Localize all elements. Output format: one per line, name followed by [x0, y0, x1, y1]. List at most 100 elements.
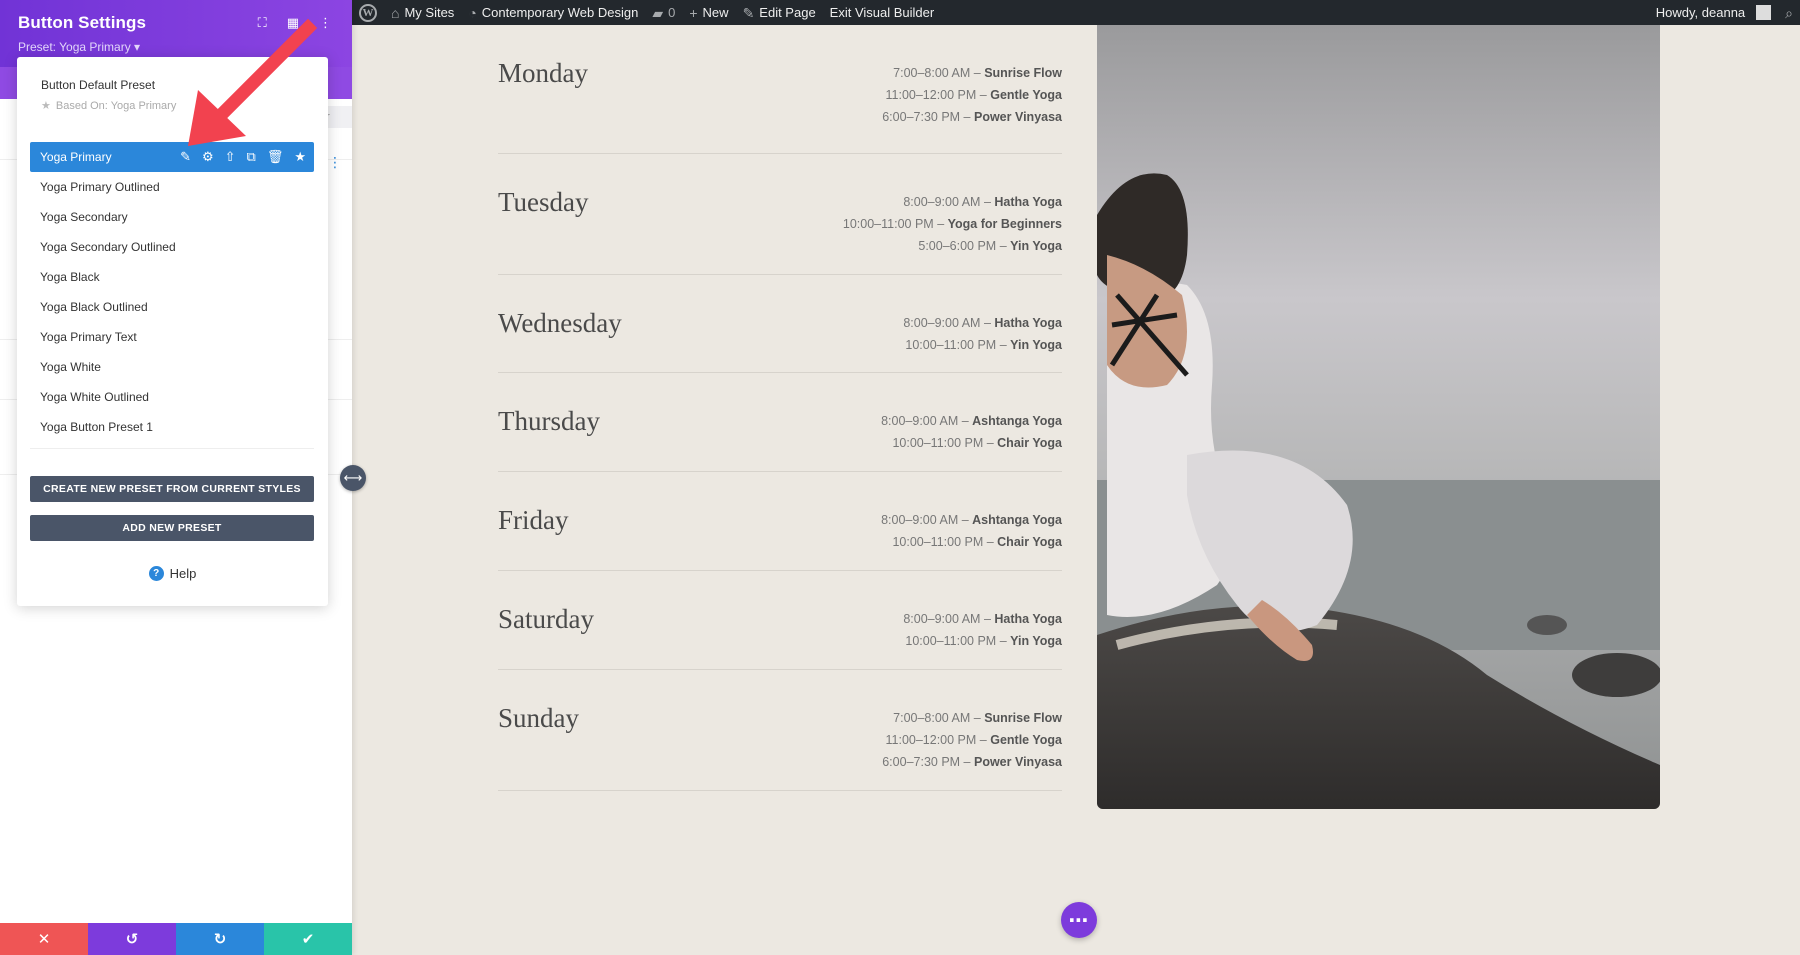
search-icon: ⌕ — [1785, 6, 1793, 20]
comments-count: 0 — [668, 5, 675, 20]
check-icon: ✔ — [302, 930, 315, 948]
discard-button[interactable]: ✕ — [0, 923, 88, 955]
preset-item[interactable]: Yoga White — [30, 352, 314, 382]
preset-label: Yoga White Outlined — [40, 390, 149, 404]
create-preset-button[interactable]: CREATE NEW PRESET FROM CURRENT STYLES — [30, 476, 314, 502]
preset-label: Yoga White — [40, 360, 101, 374]
class-time: 5:00–6:00 PM — [918, 239, 996, 253]
class-schedule: Monday 7:00–8:00 AM – Sunrise Flow 11:00… — [498, 25, 1062, 791]
class-entry: 6:00–7:30 PM – Power Vinyasa — [882, 751, 1062, 773]
add-preset-button[interactable]: ADD NEW PRESET — [30, 515, 314, 541]
class-entry: 11:00–12:00 PM – Gentle Yoga — [882, 729, 1062, 751]
edit-page-link[interactable]: ✎ Edit Page — [736, 0, 823, 25]
exit-builder-label: Exit Visual Builder — [830, 5, 935, 20]
class-name: Gentle Yoga — [990, 733, 1062, 747]
dashboard-icon: ◔ — [468, 6, 476, 20]
class-time: 7:00–8:00 AM — [893, 711, 970, 725]
class-time: 8:00–9:00 AM — [881, 513, 958, 527]
help-link[interactable]: ? Help — [17, 566, 328, 581]
gear-icon[interactable]: ⚙ — [202, 149, 214, 165]
schedule-row: Tuesday 8:00–9:00 AM – Hatha Yoga 10:00–… — [498, 154, 1062, 275]
my-sites-menu[interactable]: ⌂ My Sites — [384, 0, 461, 25]
preset-label: Yoga Primary — [40, 150, 112, 164]
new-label: New — [703, 5, 729, 20]
class-time: 8:00–9:00 AM — [903, 195, 980, 209]
preset-item[interactable]: Yoga Button Preset 1 — [30, 412, 314, 442]
undo-button[interactable]: ↺ — [88, 923, 176, 955]
preset-item[interactable]: Yoga Black Outlined — [30, 292, 314, 322]
class-time: 7:00–8:00 AM — [893, 66, 970, 80]
preset-item[interactable]: Yoga Primary Outlined — [30, 172, 314, 202]
class-time: 10:00–11:00 PM — [905, 338, 996, 352]
export-icon[interactable]: ⇧ — [225, 149, 236, 165]
duplicate-icon[interactable]: ⧉ — [247, 149, 256, 165]
edit-icon[interactable]: ✎ — [180, 149, 191, 165]
greeting-label: Howdy, deanna — [1656, 5, 1745, 20]
class-entry: 8:00–9:00 AM – Hatha Yoga — [843, 191, 1062, 213]
pencil-icon: ✎ — [743, 6, 755, 20]
undo-icon: ↺ — [126, 930, 139, 948]
avatar — [1756, 5, 1771, 20]
star-icon[interactable]: ★ — [294, 149, 306, 165]
class-name: Hatha Yoga — [994, 316, 1062, 330]
class-entry: 8:00–9:00 AM – Hatha Yoga — [903, 312, 1062, 334]
day-name: Saturday — [498, 604, 594, 635]
based-on-label: Based On: Yoga Primary — [56, 100, 176, 112]
my-sites-label: My Sites — [404, 5, 454, 20]
class-entry: 7:00–8:00 AM – Sunrise Flow — [882, 62, 1062, 84]
preset-label: Yoga Black — [40, 270, 100, 284]
class-time: 10:00–11:00 PM — [892, 535, 983, 549]
class-time: 11:00–12:00 PM — [886, 88, 977, 102]
comment-icon: ▰ — [652, 6, 663, 20]
panel-resize-handle[interactable]: ⟷ — [340, 465, 366, 491]
sites-icon: ⌂ — [391, 6, 399, 20]
comments-menu[interactable]: ▰ 0 — [645, 0, 682, 25]
exit-visual-builder-link[interactable]: Exit Visual Builder — [823, 0, 942, 25]
schedule-row: Thursday 8:00–9:00 AM – Ashtanga Yoga 10… — [498, 373, 1062, 472]
more-dots-icon: ⋯ — [1069, 908, 1090, 933]
schedule-row: Sunday 7:00–8:00 AM – Sunrise Flow 11:00… — [498, 670, 1062, 791]
class-entry: 8:00–9:00 AM – Ashtanga Yoga — [881, 410, 1062, 432]
class-name: Power Vinyasa — [974, 110, 1062, 124]
account-menu[interactable]: Howdy, deanna — [1649, 0, 1778, 25]
trash-icon[interactable]: 🗑 — [267, 149, 284, 165]
class-name: Yin Yoga — [1010, 338, 1062, 352]
class-entry: 10:00–11:00 PM – Yoga for Beginners — [843, 213, 1062, 235]
save-button[interactable]: ✔ — [264, 923, 352, 955]
redo-button[interactable]: ↻ — [176, 923, 264, 955]
class-name: Sunrise Flow — [984, 711, 1062, 725]
preset-item[interactable]: Yoga Secondary — [30, 202, 314, 232]
class-entry: 6:00–7:30 PM – Power Vinyasa — [882, 106, 1062, 128]
class-name: Sunrise Flow — [984, 66, 1062, 80]
class-entry: 11:00–12:00 PM – Gentle Yoga — [882, 84, 1062, 106]
preset-list: Yoga Primary ✎ ⚙ ⇧ ⧉ 🗑 ★ Yoga Primary Ou… — [30, 142, 314, 442]
yoga-photo-illustration — [1097, 25, 1660, 809]
schedule-row: Monday 7:00–8:00 AM – Sunrise Flow 11:00… — [498, 25, 1062, 154]
class-name: Hatha Yoga — [994, 195, 1062, 209]
class-time: 11:00–12:00 PM — [886, 733, 977, 747]
more-vertical-icon[interactable]: ⋮ — [319, 15, 332, 31]
help-label: Help — [170, 566, 197, 581]
redo-icon: ↻ — [214, 930, 227, 948]
preset-item[interactable]: Yoga Primary Text — [30, 322, 314, 352]
schedule-row: Saturday 8:00–9:00 AM – Hatha Yoga 10:00… — [498, 571, 1062, 670]
day-name: Sunday — [498, 703, 579, 734]
admin-search[interactable]: ⌕ — [1778, 0, 1800, 25]
site-name-menu[interactable]: ◔ Contemporary Web Design — [461, 0, 645, 25]
wordpress-logo-menu[interactable]: W — [352, 0, 384, 25]
wordpress-icon: W — [359, 4, 377, 22]
preset-label: Yoga Black Outlined — [40, 300, 148, 314]
class-entry: 8:00–9:00 AM – Hatha Yoga — [903, 608, 1062, 630]
page-settings-button[interactable]: ⋯ — [1061, 902, 1097, 938]
preset-item[interactable]: Yoga Black — [30, 262, 314, 292]
class-entry: 10:00–11:00 PM – Yin Yoga — [903, 630, 1062, 652]
more-vertical-icon[interactable]: ⋮ — [328, 154, 342, 171]
day-name: Monday — [498, 58, 588, 89]
day-name: Tuesday — [498, 187, 589, 218]
preset-item[interactable]: Yoga Secondary Outlined — [30, 232, 314, 262]
new-content-menu[interactable]: + New — [682, 0, 735, 25]
preset-item[interactable]: Yoga White Outlined — [30, 382, 314, 412]
class-name: Yin Yoga — [1010, 634, 1062, 648]
class-list: 8:00–9:00 AM – Hatha Yoga 10:00–11:00 PM… — [843, 191, 1062, 257]
day-name: Friday — [498, 505, 569, 536]
